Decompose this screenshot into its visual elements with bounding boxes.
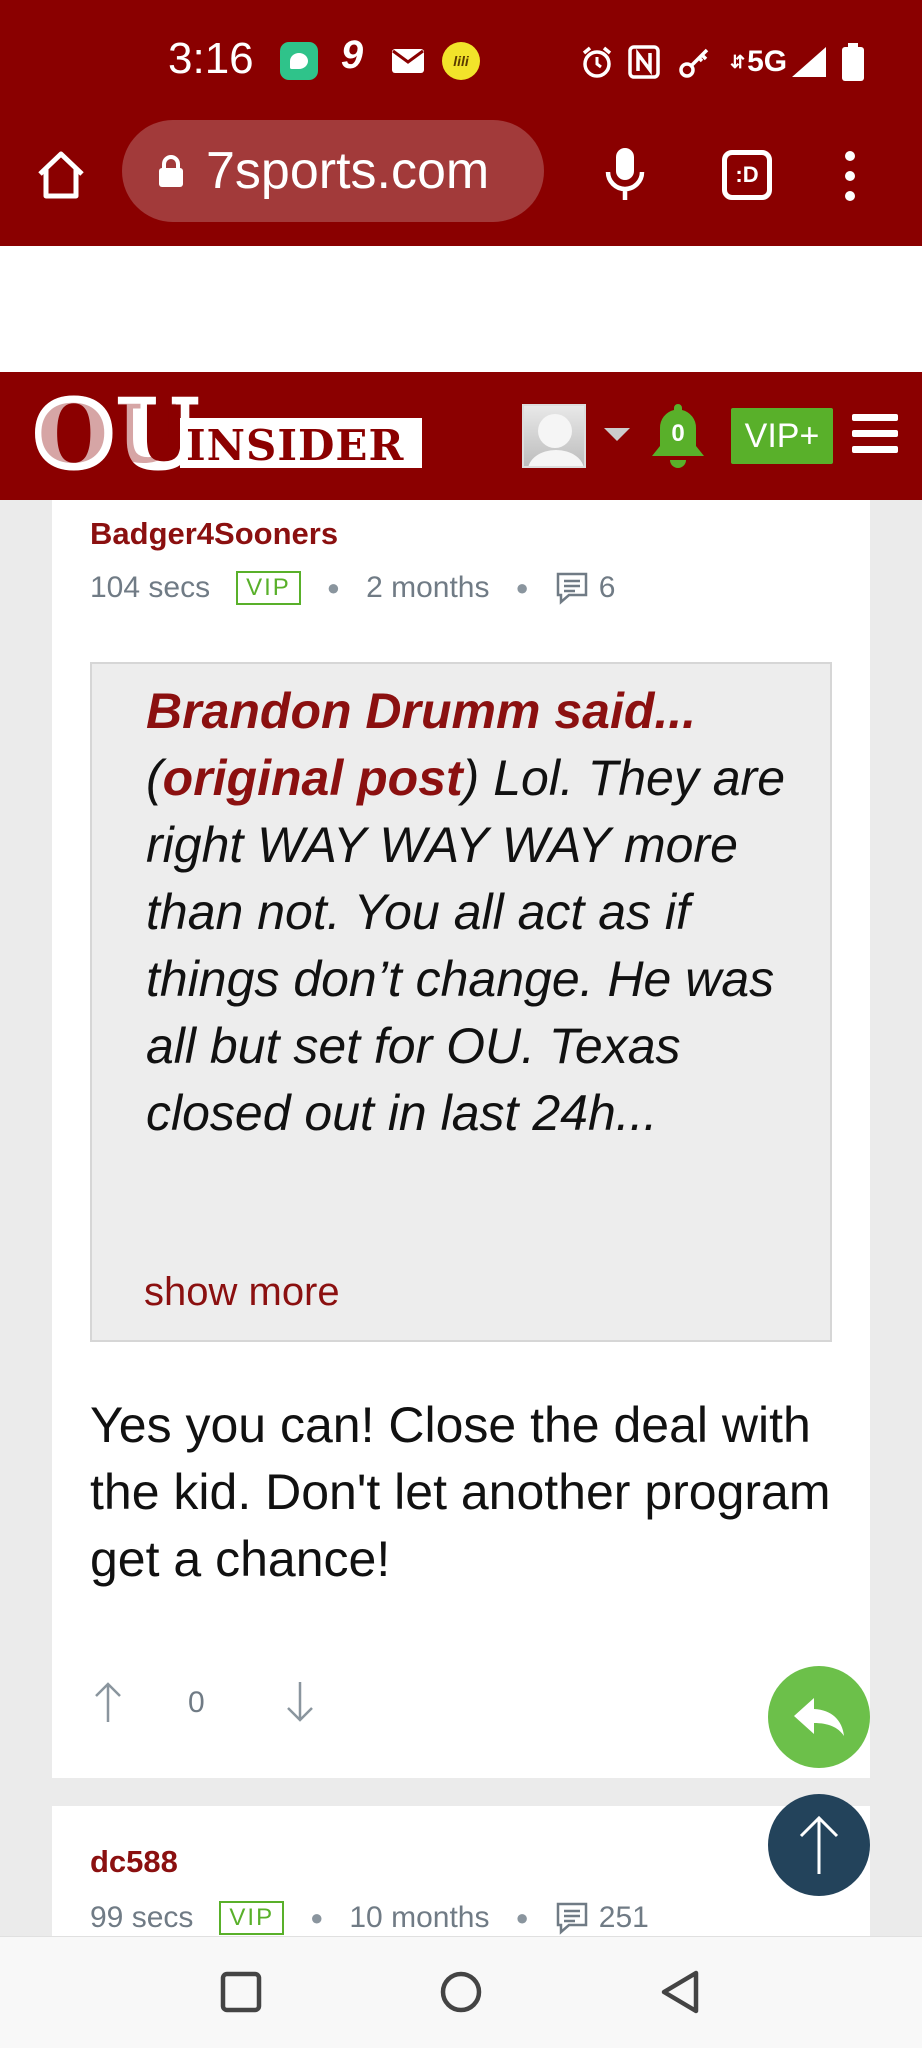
more-vert-icon bbox=[845, 151, 855, 201]
vip-badge: VIP bbox=[236, 571, 301, 605]
tab-switcher-button[interactable]: :D bbox=[722, 150, 772, 200]
lili-icon: lili bbox=[442, 42, 480, 80]
ad-space bbox=[0, 246, 922, 372]
status-bar: 3:16 9 lili ⇵ 5G bbox=[0, 0, 922, 120]
next-post-meta: 99 secs VIP ● 10 months ● 251 bbox=[90, 1901, 649, 1935]
svg-text:INSIDER: INSIDER bbox=[186, 421, 404, 470]
url-text: 7sports.com bbox=[206, 142, 490, 200]
quote-body: ) Lol. They are right WAY WAY WAY more t… bbox=[146, 750, 786, 1141]
url-bar[interactable]: 7sports.com bbox=[122, 120, 544, 222]
post-age: 2 months bbox=[366, 571, 490, 604]
response-time: 104 secs bbox=[90, 571, 211, 604]
reply-button[interactable] bbox=[768, 1666, 870, 1768]
quote-box: Brandon Drumm said... (original post) Lo… bbox=[90, 662, 832, 1342]
network-type: ⇵ 5G bbox=[730, 45, 788, 78]
quote-author: Brandon Drumm said... bbox=[146, 683, 697, 739]
ou-insider-logo[interactable]: OU OU INSIDER bbox=[30, 377, 426, 492]
post-body: Yes you can! Close the deal with the kid… bbox=[90, 1397, 831, 1587]
browser-chrome: 3:16 9 lili ⇵ 5G 7sports.com:D bbox=[0, 0, 922, 246]
vote-count: 0 bbox=[188, 1686, 205, 1719]
show-more-link[interactable]: show more bbox=[144, 1270, 340, 1315]
arrow-up-icon bbox=[799, 1815, 839, 1874]
response-time: 99 secs bbox=[90, 1901, 194, 1934]
comment-icon bbox=[556, 1902, 588, 1935]
back-button[interactable] bbox=[656, 1967, 706, 2017]
signal-icon bbox=[790, 40, 828, 84]
home-button[interactable] bbox=[34, 148, 88, 202]
home-icon bbox=[38, 151, 84, 199]
logo-icon: OU OU INSIDER bbox=[31, 377, 422, 492]
comment-count: 251 bbox=[598, 1901, 649, 1934]
hamburger-menu-icon[interactable] bbox=[852, 414, 898, 454]
recents-button[interactable] bbox=[216, 1967, 266, 2017]
vip-badge: VIP bbox=[219, 1901, 285, 1935]
svg-text:OU: OU bbox=[38, 387, 177, 481]
circle-icon bbox=[440, 1971, 482, 2013]
voice-search-button[interactable] bbox=[604, 146, 646, 202]
arrow-up-icon bbox=[95, 1682, 121, 1722]
user-avatar[interactable] bbox=[522, 404, 586, 468]
browser-toolbar: 7sports.com :D bbox=[0, 120, 922, 246]
lock-icon bbox=[158, 154, 184, 188]
post-age: 10 months bbox=[349, 1901, 490, 1934]
mic-icon bbox=[605, 148, 645, 200]
chevron-down-icon[interactable] bbox=[604, 428, 630, 441]
quote-text: Brandon Drumm said... (original post) Lo… bbox=[146, 683, 786, 1141]
alarm-icon bbox=[580, 40, 614, 84]
scroll-to-top-button[interactable] bbox=[768, 1794, 870, 1896]
square-icon bbox=[220, 1971, 262, 2013]
comment-count: 6 bbox=[598, 571, 616, 604]
arrow-down-icon bbox=[287, 1682, 313, 1722]
reply-icon bbox=[794, 1698, 844, 1736]
site-header: OU OU INSIDER 0 VIP+ bbox=[0, 372, 922, 500]
vip-plus-button[interactable]: VIP+ bbox=[731, 408, 833, 464]
home-nav-button[interactable] bbox=[436, 1967, 486, 2017]
notification-count: 0 bbox=[671, 420, 685, 447]
triangle-back-icon bbox=[661, 1970, 699, 2014]
post-meta: 104 secs VIP ● 2 months ● 6 bbox=[90, 571, 616, 605]
battery-icon bbox=[842, 40, 864, 84]
comment-icon bbox=[556, 572, 588, 605]
nine-icon: 9 bbox=[340, 32, 364, 77]
original-post-link[interactable]: original post bbox=[163, 750, 463, 806]
messages-icon bbox=[280, 42, 318, 80]
downvote-button[interactable] bbox=[284, 1680, 316, 1724]
gmail-icon bbox=[390, 42, 426, 80]
upvote-button[interactable] bbox=[92, 1680, 124, 1724]
notifications-button[interactable]: 0 bbox=[650, 402, 706, 468]
nfc-icon bbox=[628, 40, 660, 84]
status-time: 3:16 bbox=[168, 34, 254, 83]
post-username[interactable]: Badger4Sooners bbox=[90, 516, 338, 552]
vpn-key-icon bbox=[678, 40, 712, 84]
next-post-username[interactable]: dc588 bbox=[90, 1844, 178, 1880]
browser-menu-button[interactable] bbox=[840, 146, 860, 206]
system-nav-bar bbox=[0, 1936, 922, 2048]
